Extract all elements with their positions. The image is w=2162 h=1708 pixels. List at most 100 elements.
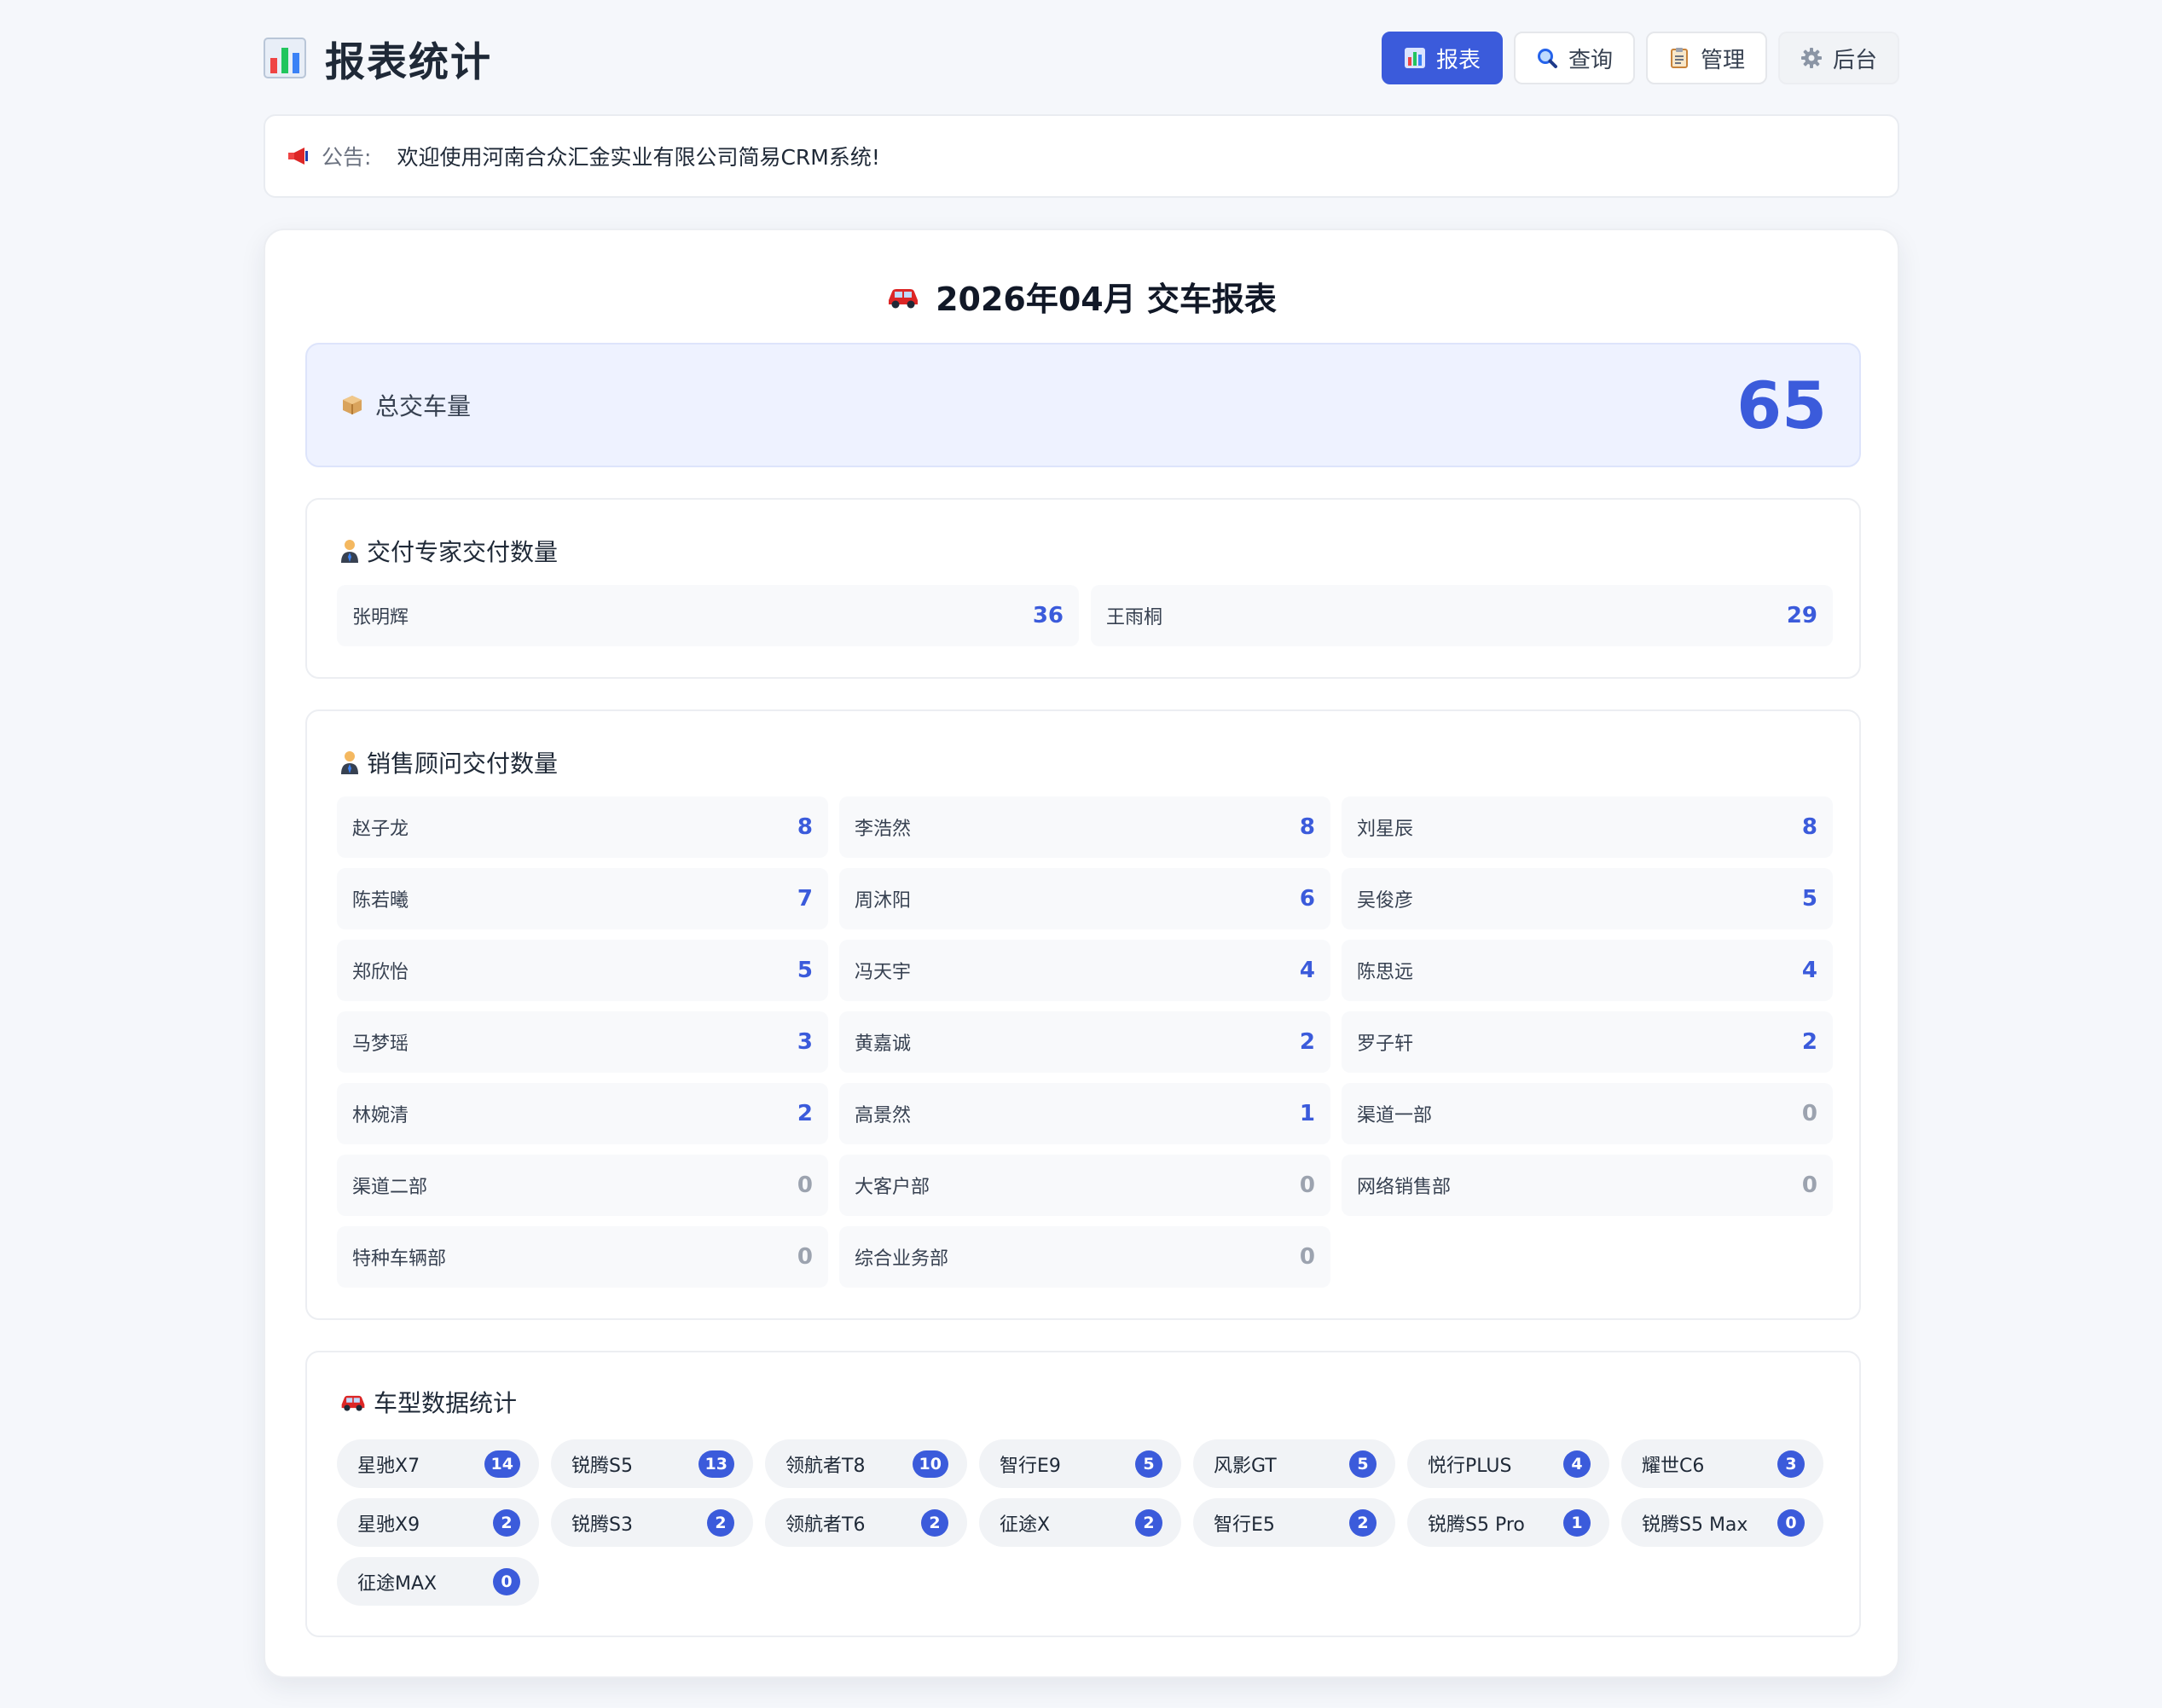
model-name: 智行E9 xyxy=(1000,1455,1061,1477)
advisor-name: 大客户部 xyxy=(855,1177,930,1198)
model-chip: 锐腾S5 Max 0 xyxy=(1621,1498,1823,1547)
advisor-count: 3 xyxy=(797,1029,813,1055)
announcement-bar: 公告: 欢迎使用河南合众汇金实业有限公司简易CRM系统! xyxy=(264,114,1899,198)
model-count-badge: 5 xyxy=(1349,1450,1377,1478)
clipboard-icon xyxy=(1670,48,1688,68)
model-name: 征途MAX xyxy=(357,1572,438,1595)
total-value: 65 xyxy=(1736,367,1827,443)
advisor-row: 高景然 1 xyxy=(839,1083,1330,1144)
report-card: 2026年04月 交车报表 总交车量 65 交付专家交付数量 张明辉 36 王雨… xyxy=(264,229,1899,1678)
person-icon xyxy=(341,751,358,774)
advisor-count: 6 xyxy=(1299,886,1315,912)
model-chip: 领航者T8 10 xyxy=(765,1439,967,1488)
nav-report-label: 报表 xyxy=(1435,47,1481,73)
models-list: 星驰X7 14 锐腾S5 13 领航者T8 10 智行E9 5 风影GT 5 悦行PLUS 4 耀世C6… xyxy=(337,1439,1833,1606)
experts-section: 交付专家交付数量 张明辉 36 王雨桐 29 xyxy=(305,498,1861,679)
advisor-row: 综合业务部 0 xyxy=(839,1226,1330,1288)
expert-row: 王雨桐 29 xyxy=(1091,585,1833,646)
brand: 报表统计 xyxy=(264,29,492,88)
nav-admin-label: 后台 xyxy=(1832,47,1877,73)
top-nav: 报表 查询 管理 后台 xyxy=(1381,32,1899,84)
advisor-count: 5 xyxy=(1801,886,1817,912)
model-count-badge: 2 xyxy=(493,1508,520,1537)
advisor-count: 2 xyxy=(797,1101,813,1126)
nav-report-button[interactable]: 报表 xyxy=(1381,32,1503,84)
advisor-name: 李浩然 xyxy=(855,819,912,840)
nav-admin-button[interactable]: 后台 xyxy=(1777,32,1899,84)
advisor-row: 罗子轩 2 xyxy=(1342,1011,1833,1073)
report-title: 2026年04月 交车报表 xyxy=(265,273,1898,320)
model-chip: 悦行PLUS 4 xyxy=(1407,1439,1609,1488)
advisor-name: 刘星辰 xyxy=(1357,819,1414,840)
announcement-text: 欢迎使用河南合众汇金实业有限公司简易CRM系统! xyxy=(397,145,880,170)
advisor-row: 网络销售部 0 xyxy=(1342,1155,1833,1216)
announcement-label: 公告: xyxy=(322,145,372,170)
advisor-count: 2 xyxy=(1299,1029,1315,1055)
advisor-row: 郑欣怡 5 xyxy=(337,940,828,1001)
advisor-name: 特种车辆部 xyxy=(352,1248,447,1270)
model-chip: 智行E5 2 xyxy=(1193,1498,1395,1547)
nav-query-button[interactable]: 查询 xyxy=(1513,32,1635,84)
model-chip: 领航者T6 2 xyxy=(765,1498,967,1547)
model-count-badge: 2 xyxy=(1135,1508,1162,1537)
advisor-count: 0 xyxy=(1299,1244,1315,1270)
expert-count: 29 xyxy=(1786,603,1817,628)
advisors-title: 销售顾问交付数量 xyxy=(339,745,558,779)
model-chip: 锐腾S5 Pro 1 xyxy=(1407,1498,1609,1547)
advisor-name: 吴俊彦 xyxy=(1357,890,1414,912)
search-icon xyxy=(1537,49,1557,68)
advisor-count: 0 xyxy=(797,1172,813,1198)
advisor-row: 黄嘉诚 2 xyxy=(839,1011,1330,1073)
advisor-count: 4 xyxy=(1801,958,1817,983)
advisor-row: 大客户部 0 xyxy=(839,1155,1330,1216)
models-section: 车型数据统计 星驰X7 14 锐腾S5 13 领航者T8 10 智行E9 5 风影GT 5 悦行PL… xyxy=(305,1351,1861,1637)
advisor-row: 马梦瑶 3 xyxy=(337,1011,828,1073)
advisor-name: 渠道二部 xyxy=(352,1177,428,1198)
models-title: 车型数据统计 xyxy=(339,1385,517,1419)
page-title: 报表统计 xyxy=(325,38,492,86)
package-icon xyxy=(343,396,362,414)
advisor-count: 2 xyxy=(1801,1029,1817,1055)
advisor-row: 李浩然 8 xyxy=(839,796,1330,858)
experts-title: 交付专家交付数量 xyxy=(339,534,558,568)
advisor-count: 0 xyxy=(1801,1101,1817,1126)
advisor-count: 8 xyxy=(1299,814,1315,840)
advisor-count: 8 xyxy=(797,814,813,840)
advisors-list: 赵子龙 8 李浩然 8 刘星辰 8 陈若曦 7 周沐阳 6 吴俊彦 5 郑欣怡 5 冯天宇 4 陈思远 4 马梦瑶 3… xyxy=(337,796,1833,1288)
expert-count: 36 xyxy=(1032,603,1064,628)
advisor-count: 8 xyxy=(1801,814,1817,840)
person-icon xyxy=(341,540,358,563)
header: 报表统计 报表 查询 管理 后台 xyxy=(264,26,1899,90)
model-name: 锐腾S5 xyxy=(571,1455,633,1477)
model-count-badge: 13 xyxy=(698,1450,734,1478)
expert-name: 张明辉 xyxy=(352,607,409,628)
nav-manage-label: 管理 xyxy=(1700,47,1745,73)
model-name: 锐腾S3 xyxy=(571,1514,633,1536)
advisor-count: 0 xyxy=(1299,1172,1315,1198)
model-chip: 智行E9 5 xyxy=(979,1439,1181,1488)
report-title-text: 2026年04月 交车报表 xyxy=(936,281,1277,318)
advisor-row: 陈若曦 7 xyxy=(337,868,828,929)
advisors-title-text: 销售顾问交付数量 xyxy=(367,750,559,778)
nav-manage-button[interactable]: 管理 xyxy=(1645,32,1767,84)
model-count-badge: 1 xyxy=(1563,1508,1591,1537)
advisor-row: 陈思远 4 xyxy=(1342,940,1833,1001)
model-count-badge: 14 xyxy=(484,1450,520,1478)
model-chip: 锐腾S3 2 xyxy=(551,1498,753,1547)
model-name: 锐腾S5 Pro xyxy=(1428,1514,1525,1536)
advisor-name: 冯天宇 xyxy=(855,962,912,983)
model-count-badge: 3 xyxy=(1777,1450,1805,1478)
model-name: 悦行PLUS xyxy=(1428,1455,1512,1477)
advisor-row: 吴俊彦 5 xyxy=(1342,868,1833,929)
model-count-badge: 10 xyxy=(912,1450,948,1478)
expert-name: 王雨桐 xyxy=(1106,607,1163,628)
page: 报表统计 报表 查询 管理 后台 公告: 欢迎使用河南合众汇金实业有限公司简易C… xyxy=(0,0,2162,1708)
model-name: 星驰X9 xyxy=(357,1514,420,1536)
model-name: 征途X xyxy=(1000,1514,1051,1536)
model-name: 星驰X7 xyxy=(357,1455,420,1477)
advisor-count: 5 xyxy=(797,958,813,983)
advisor-count: 0 xyxy=(797,1244,813,1270)
model-name: 领航者T8 xyxy=(785,1455,866,1477)
model-name: 锐腾S5 Max xyxy=(1642,1514,1748,1536)
model-name: 领航者T6 xyxy=(785,1514,866,1536)
